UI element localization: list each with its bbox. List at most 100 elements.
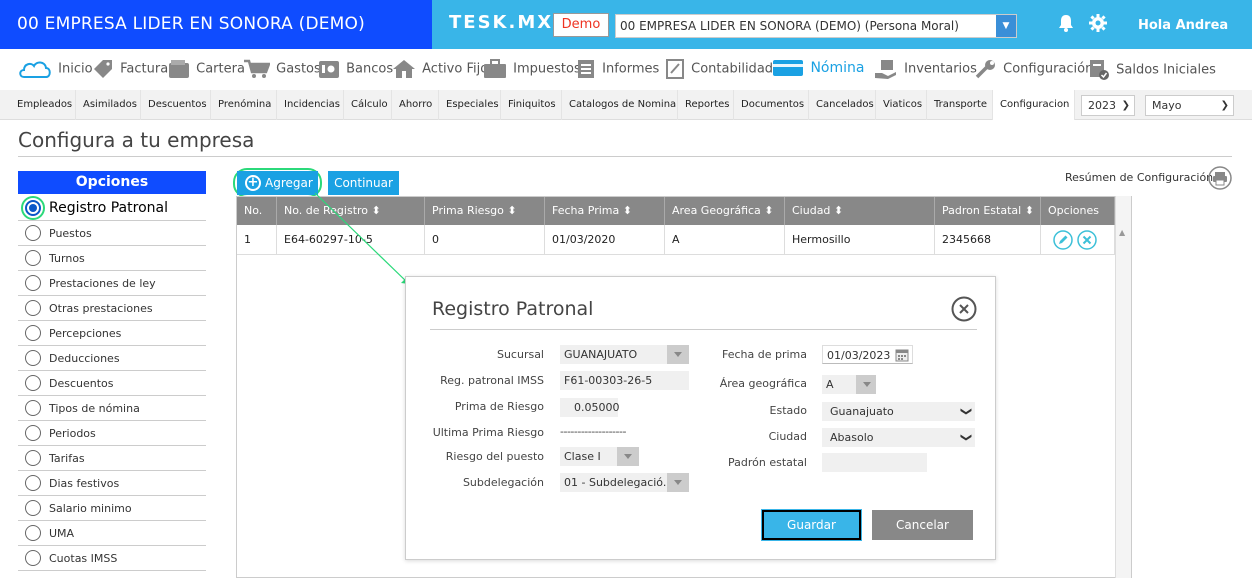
area-geo-select[interactable]: A	[822, 375, 876, 394]
subdelegacion-select[interactable]: 01 - Subdelegació...	[560, 473, 689, 492]
nav-gastos[interactable]: Gastos	[244, 59, 321, 81]
nav-saldos-iniciales[interactable]: Saldos Iniciales	[1088, 59, 1216, 81]
nav-bancos[interactable]: Bancos	[318, 59, 393, 81]
col-prima-riesgo[interactable]: Prima Riesgo ⬍	[425, 197, 545, 225]
scroll-up-icon[interactable]: ▲	[1119, 228, 1125, 237]
tab-calculo[interactable]: Cálculo	[344, 90, 392, 120]
radio-button[interactable]	[25, 450, 41, 466]
main-nav: Inicio Factura Cartera Gastos Bancos Act…	[0, 49, 1252, 89]
radio-button[interactable]	[25, 300, 41, 316]
radio-button[interactable]	[25, 375, 41, 391]
chevron-down-icon[interactable]: ▼	[996, 15, 1016, 37]
option-puestos[interactable]: Puestos	[18, 221, 206, 246]
tab-prenomina[interactable]: Prenómina	[211, 90, 277, 120]
option-cuotas-imss[interactable]: Cuotas IMSS	[18, 546, 206, 571]
col-padron-estatal[interactable]: Padron Estatal ⬍	[935, 197, 1041, 225]
option-registro-patronal[interactable]: Registro Patronal	[18, 196, 206, 221]
option-uma[interactable]: UMA	[18, 521, 206, 546]
year-select[interactable]: 2023 ❯	[1081, 95, 1135, 116]
gear-icon[interactable]	[1089, 14, 1107, 32]
tab-empleados[interactable]: Empleados	[0, 90, 76, 120]
col-area-geografica[interactable]: Area Geográfica ⬍	[665, 197, 785, 225]
radio-button[interactable]	[25, 325, 41, 341]
radio-button[interactable]	[25, 525, 41, 541]
nav-nomina[interactable]: Nómina	[772, 59, 864, 81]
user-greeting[interactable]: Hola Andrea	[1138, 18, 1228, 33]
table-row[interactable]: 1 E64-60297-10-5 0 01/03/2020 A Hermosil…	[237, 225, 1131, 255]
riesgo-puesto-select[interactable]: Clase I	[560, 447, 639, 466]
cancel-button[interactable]: Cancelar	[872, 510, 973, 540]
month-select[interactable]: Mayo ❯	[1145, 95, 1234, 116]
option-periodos[interactable]: Periodos	[18, 421, 206, 446]
summary-link[interactable]: Resúmen de Configuración	[1065, 171, 1213, 184]
option-label: Turnos	[49, 252, 85, 265]
col-no[interactable]: No.	[237, 197, 277, 225]
option-otras-prestaciones[interactable]: Otras prestaciones	[18, 296, 206, 321]
nav-cartera[interactable]: Cartera	[168, 59, 245, 81]
nav-factura[interactable]: Factura	[92, 59, 168, 81]
nav-inventarios[interactable]: Inventarios	[874, 59, 977, 81]
tab-asimilados[interactable]: Asimilados	[76, 90, 141, 120]
nav-impuestos[interactable]: Impuestos	[483, 59, 581, 81]
bell-icon[interactable]	[1058, 14, 1074, 32]
radio-button[interactable]	[25, 425, 41, 441]
sucursal-select[interactable]: GUANAJUATO	[560, 345, 689, 364]
tab-viaticos[interactable]: Viaticos	[876, 90, 927, 120]
radio-button[interactable]	[25, 475, 41, 491]
tab-descuentos[interactable]: Descuentos	[141, 90, 211, 120]
padron-field[interactable]	[822, 453, 927, 472]
col-no-registro[interactable]: No. de Registro ⬍	[277, 197, 425, 225]
close-icon[interactable]	[951, 296, 977, 322]
delete-icon[interactable]	[1077, 230, 1097, 250]
radio-button[interactable]	[25, 400, 41, 416]
tab-configuracion[interactable]: Configuracion	[993, 90, 1075, 120]
option-descuentos[interactable]: Descuentos	[18, 371, 206, 396]
continue-button[interactable]: Continuar	[328, 171, 399, 195]
radio-button[interactable]	[25, 350, 41, 366]
option-tipos-de-nomina[interactable]: Tipos de nómina	[18, 396, 206, 421]
tab-transporte[interactable]: Transporte	[927, 90, 993, 120]
company-select[interactable]: 00 EMPRESA LIDER EN SONORA (DEMO) (Perso…	[615, 14, 1017, 38]
tab-incidencias[interactable]: Incidencias	[277, 90, 344, 120]
tab-reportes[interactable]: Reportes	[678, 90, 734, 120]
save-button[interactable]: Guardar	[761, 509, 862, 541]
tab-catalogos[interactable]: Catalogos de Nomina	[562, 90, 678, 120]
prima-riesgo-field[interactable]: 0.05000	[560, 398, 620, 417]
add-button[interactable]: + Agregar	[237, 171, 318, 195]
radio-button[interactable]	[25, 550, 41, 566]
nav-contabilidad[interactable]: Contabilidad	[665, 59, 773, 81]
tab-ahorro[interactable]: Ahorro	[392, 90, 439, 120]
radio-button[interactable]	[25, 250, 41, 266]
reg-imss-field[interactable]: F61-00303-26-5	[560, 371, 689, 390]
option-percepciones[interactable]: Percepciones	[18, 321, 206, 346]
radio-button[interactable]	[25, 225, 41, 241]
calendar-icon[interactable]	[895, 348, 909, 362]
table-scrollbar[interactable]: ▲	[1115, 196, 1131, 578]
radio-button[interactable]	[25, 275, 41, 291]
option-salario-minimo[interactable]: Salario minimo	[18, 496, 206, 521]
radio-button[interactable]	[25, 500, 41, 516]
nav-informes[interactable]: Informes	[576, 59, 659, 81]
nav-configuracion[interactable]: Configuración	[975, 59, 1093, 81]
tab-especiales[interactable]: Especiales	[439, 90, 501, 120]
ciudad-select[interactable]: Abasolo ❯	[822, 428, 975, 447]
tab-finiquitos[interactable]: Finiquitos	[501, 90, 562, 120]
tab-cancelados[interactable]: Cancelados	[809, 90, 876, 120]
col-fecha-prima[interactable]: Fecha Prima ⬍	[545, 197, 665, 225]
fecha-prima-field[interactable]: 01/03/2023	[822, 345, 913, 364]
option-prestaciones-de-ley[interactable]: Prestaciones de ley	[18, 271, 206, 296]
option-turnos[interactable]: Turnos	[18, 246, 206, 271]
tab-documentos[interactable]: Documentos	[734, 90, 809, 120]
edit-icon[interactable]	[1053, 230, 1073, 250]
option-deducciones[interactable]: Deducciones	[18, 346, 206, 371]
radio-button[interactable]	[25, 200, 41, 216]
nav-activo-fijo[interactable]: Activo Fijo	[392, 59, 488, 81]
nav-label: Gastos	[276, 61, 321, 77]
chevron-down-icon: ❯	[1220, 100, 1229, 111]
nav-inicio[interactable]: Inicio	[18, 59, 93, 81]
estado-select[interactable]: Guanajuato ❯	[822, 402, 975, 421]
print-icon[interactable]	[1208, 166, 1232, 190]
option-tarifas[interactable]: Tarifas	[18, 446, 206, 471]
option-dias-festivos[interactable]: Dias festivos	[18, 471, 206, 496]
col-ciudad[interactable]: Ciudad ⬍	[785, 197, 935, 225]
